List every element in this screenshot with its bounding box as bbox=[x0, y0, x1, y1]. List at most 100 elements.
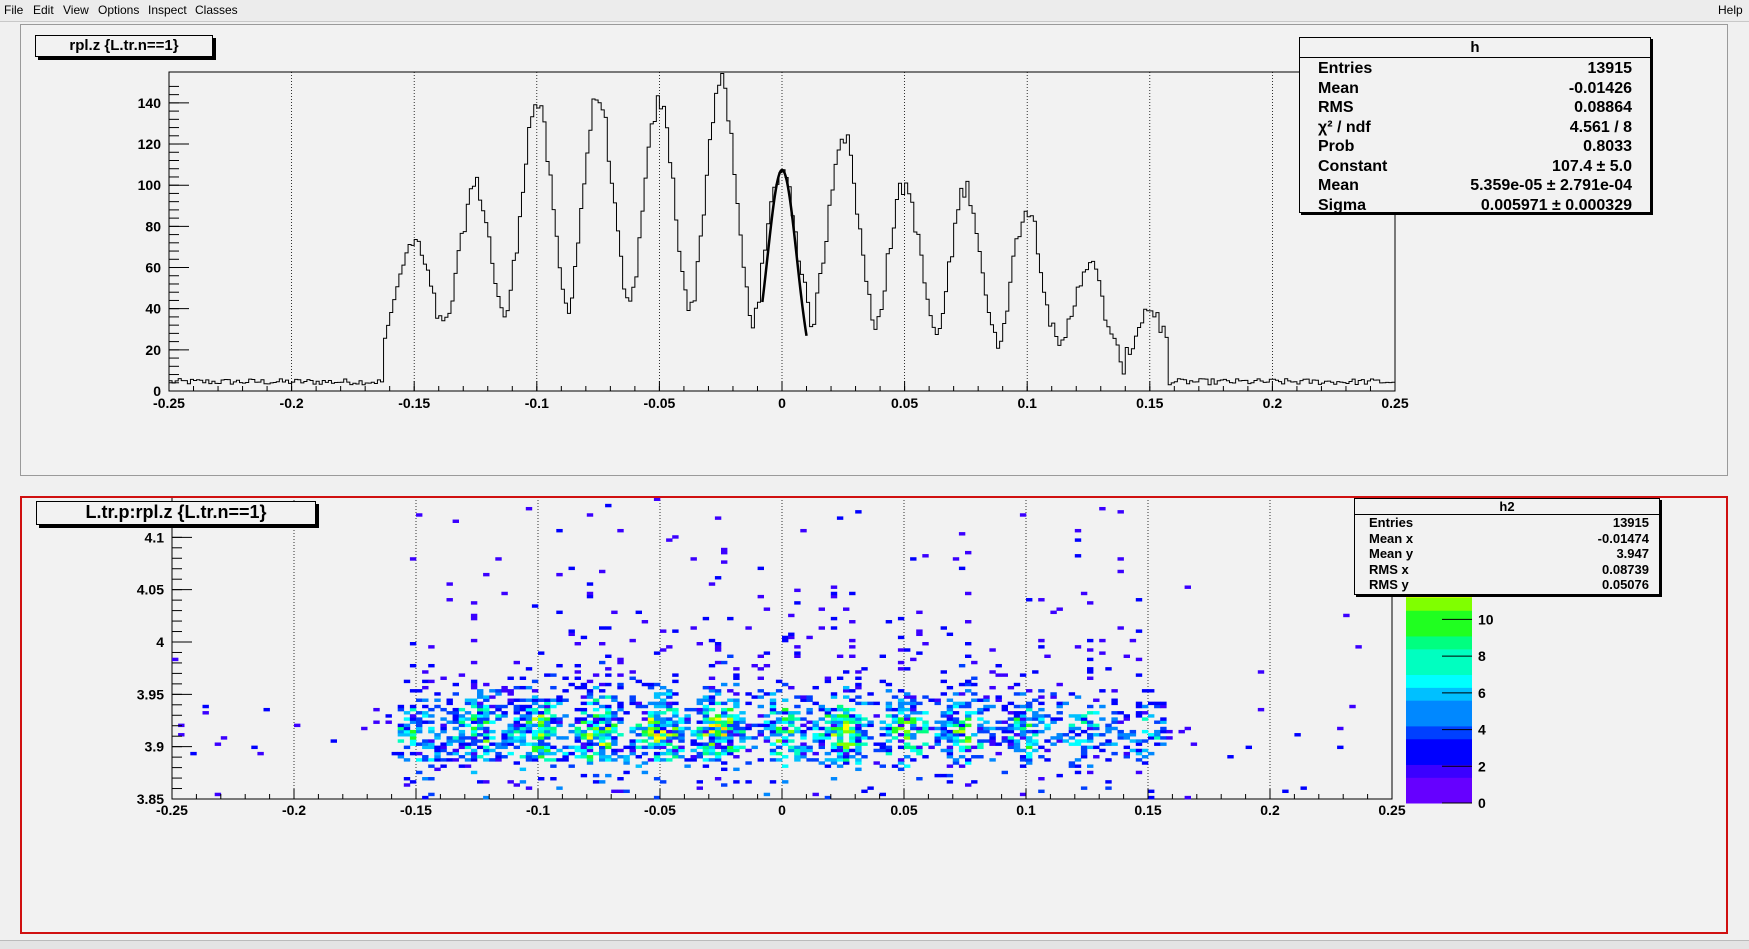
heatmap-cell bbox=[544, 742, 551, 746]
heatmap-cell bbox=[849, 707, 856, 712]
heatmap-cell bbox=[891, 736, 899, 740]
heatmap-cell bbox=[965, 620, 972, 624]
heatmap-cell bbox=[647, 711, 655, 715]
heatmap-cell bbox=[952, 704, 960, 709]
heatmap-cell bbox=[653, 704, 661, 709]
heatmap-cell bbox=[507, 751, 514, 756]
heatmap-cell bbox=[977, 729, 984, 734]
heatmap-cell bbox=[1087, 736, 1094, 740]
heatmap-cell bbox=[605, 503, 612, 508]
heatmap-cell bbox=[873, 748, 880, 753]
heatmap-cell bbox=[641, 729, 649, 734]
menu-view[interactable]: View bbox=[63, 3, 89, 17]
menu-edit[interactable]: Edit bbox=[33, 3, 54, 17]
heatmap-cell bbox=[733, 673, 740, 677]
heatmap-cell bbox=[885, 745, 893, 750]
heatmap-cell bbox=[702, 751, 710, 756]
heatmap-cell bbox=[714, 742, 722, 746]
heatmap-cell bbox=[641, 717, 649, 721]
heatmap-cell bbox=[1038, 689, 1045, 693]
heatmap-cell bbox=[965, 711, 972, 715]
heatmap-cell bbox=[946, 733, 954, 737]
menu-classes[interactable]: Classes bbox=[195, 3, 238, 17]
heatmap-cell bbox=[580, 748, 588, 753]
heatmap-cell bbox=[910, 657, 917, 662]
z-tick-label: 0 bbox=[1478, 795, 1486, 811]
gaussian-fit-curve bbox=[761, 168, 808, 336]
color-scale-band bbox=[1406, 661, 1472, 675]
heatmap-cell bbox=[477, 723, 484, 728]
heatmap-cell bbox=[696, 736, 703, 740]
heatmap-cell bbox=[1044, 739, 1051, 743]
heatmap-cell bbox=[769, 692, 777, 696]
heatmap-cell bbox=[599, 739, 606, 743]
heatmap-cell bbox=[580, 701, 588, 706]
heatmap-cell bbox=[464, 745, 472, 750]
heatmap-cell bbox=[696, 698, 703, 702]
heatmap-pad[interactable]: -0.25 -0.2 -0.15 -0.1 -0.05 0 0.05 0.1 0.15 0.2 0.… bbox=[20, 496, 1728, 934]
heatmap-cell bbox=[739, 726, 746, 731]
histogram-pad[interactable]: -0.25 -0.2 -0.15 -0.1 -0.05 0 0.05 0.1 0.15 0.2 0.… bbox=[20, 24, 1728, 476]
heatmap-cell bbox=[550, 726, 557, 731]
heatmap-cell bbox=[1007, 726, 1015, 731]
heatmap-cell bbox=[678, 739, 685, 743]
menu-help[interactable]: Help bbox=[1718, 3, 1743, 17]
heatmap-cell bbox=[855, 726, 862, 731]
heatmap-cell bbox=[769, 707, 777, 712]
heatmap-cell bbox=[989, 742, 996, 746]
heatmap-cell bbox=[513, 685, 520, 690]
stats-value: 0.08739 bbox=[1602, 561, 1649, 577]
heatmap-cell bbox=[727, 745, 734, 750]
heatmap-cell bbox=[702, 745, 710, 750]
heatmap-cell bbox=[721, 748, 728, 753]
heatmap-cell bbox=[684, 726, 691, 731]
heatmap-cell bbox=[611, 742, 618, 746]
heatmap-cell bbox=[843, 742, 850, 746]
heatmap-cell bbox=[623, 761, 630, 765]
heatmap-cell bbox=[641, 733, 649, 737]
heatmap-cell bbox=[891, 720, 899, 724]
heatmap-cell bbox=[653, 498, 661, 501]
heatmap-cell bbox=[1019, 717, 1027, 721]
menu-inspect[interactable]: Inspect bbox=[148, 3, 187, 17]
heatmap-cell bbox=[483, 720, 490, 724]
heatmap-cell bbox=[727, 714, 734, 718]
heatmap-cell bbox=[739, 711, 746, 715]
menu-options[interactable]: Options bbox=[98, 3, 139, 17]
menu-file[interactable]: File bbox=[4, 3, 23, 17]
heatmap-cell bbox=[769, 733, 777, 737]
heatmap-cell bbox=[653, 745, 661, 750]
heatmap-cell bbox=[879, 733, 886, 737]
heatmap-cell bbox=[958, 726, 966, 731]
heatmap-cell bbox=[617, 701, 624, 706]
heatmap-cell bbox=[885, 682, 893, 687]
heatmap-cell bbox=[605, 729, 612, 734]
heatmap-cell bbox=[897, 717, 905, 721]
heatmap-cell bbox=[660, 729, 667, 734]
heatmap-cell bbox=[629, 670, 636, 674]
heatmap-cell bbox=[763, 739, 771, 743]
heatmap-cell bbox=[855, 736, 862, 740]
heatmap-cell bbox=[501, 714, 508, 718]
heatmap-cell bbox=[647, 701, 655, 706]
heatmap-cell bbox=[1044, 654, 1051, 658]
heatmap-cell bbox=[769, 742, 777, 746]
heatmap-cell bbox=[843, 761, 850, 765]
heatmap-cell bbox=[489, 720, 496, 724]
heatmap-cell bbox=[672, 723, 679, 728]
heatmap-cell bbox=[1001, 704, 1008, 709]
heatmap-cell bbox=[477, 714, 484, 718]
heatmap-cell bbox=[629, 751, 636, 756]
heatmap-cell bbox=[635, 723, 642, 728]
heatmap-cell bbox=[202, 711, 209, 715]
heatmap-cell bbox=[891, 717, 899, 721]
heatmap-cell bbox=[611, 789, 618, 794]
heatmap-cell bbox=[592, 736, 600, 740]
heatmap-cell bbox=[617, 720, 624, 724]
heatmap-cell bbox=[916, 729, 923, 734]
heatmap-cell bbox=[788, 717, 795, 721]
heatmap-cell bbox=[757, 594, 764, 599]
heatmap-cell bbox=[666, 751, 673, 756]
heatmap-cell bbox=[672, 726, 679, 731]
heatmap-cell bbox=[733, 780, 740, 784]
